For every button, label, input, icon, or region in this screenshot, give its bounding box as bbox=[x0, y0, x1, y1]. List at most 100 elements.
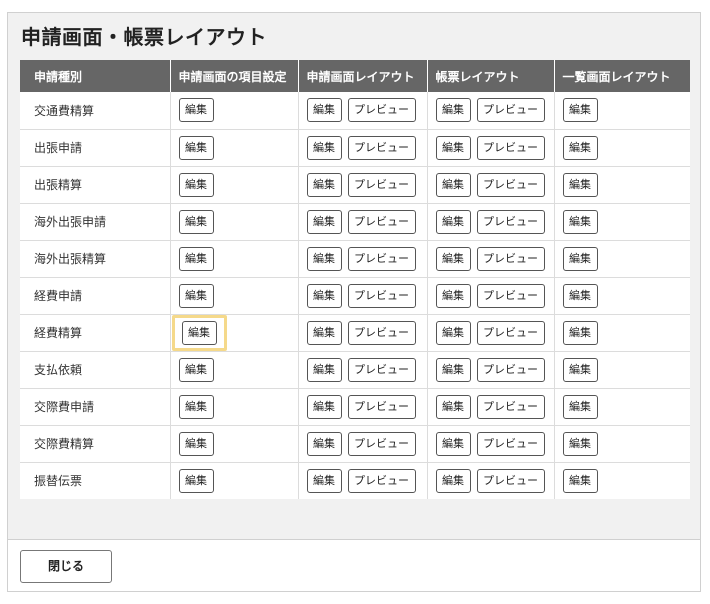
preview-form-layout-button[interactable]: プレビュー bbox=[476, 209, 545, 234]
edit-list-layout-button[interactable]: 編集 bbox=[562, 431, 598, 456]
edit-item-settings-button[interactable]: 編集 bbox=[178, 246, 214, 271]
preview-screen-layout-button[interactable]: プレビュー bbox=[347, 431, 416, 456]
table-row: 支払依頼 編集 編集 プレビュー 編集 プレビュー 編集 bbox=[20, 351, 690, 389]
preview-form-layout-button[interactable]: プレビュー bbox=[476, 98, 545, 123]
edit-form-layout-button[interactable]: 編集 bbox=[435, 209, 471, 234]
preview-screen-layout-button[interactable]: プレビュー bbox=[347, 172, 416, 197]
preview-form-layout-button[interactable]: プレビュー bbox=[476, 246, 545, 271]
preview-screen-layout-button[interactable]: プレビュー bbox=[347, 135, 416, 160]
edit-form-layout-button[interactable]: 編集 bbox=[435, 431, 471, 456]
edit-list-layout-button[interactable]: 編集 bbox=[562, 135, 598, 160]
table-row: 海外出張申請 編集 編集 プレビュー 編集 プレビュー 編集 bbox=[20, 203, 690, 241]
edit-list-layout-button[interactable]: 編集 bbox=[562, 468, 598, 493]
edit-list-layout-button[interactable]: 編集 bbox=[562, 209, 598, 234]
edit-form-layout-button[interactable]: 編集 bbox=[435, 357, 471, 382]
edit-item-settings-button[interactable]: 編集 bbox=[178, 209, 214, 234]
table-row: 出張申請 編集 編集 プレビュー 編集 プレビュー 編集 bbox=[20, 129, 690, 167]
edit-item-settings-button[interactable]: 編集 bbox=[178, 283, 214, 308]
edit-form-layout-button[interactable]: 編集 bbox=[435, 394, 471, 419]
edit-item-settings-button[interactable]: 編集 bbox=[178, 98, 214, 123]
edit-screen-layout-button[interactable]: 編集 bbox=[306, 98, 342, 123]
close-button[interactable]: 閉じる bbox=[20, 550, 112, 583]
edit-form-layout-button[interactable]: 編集 bbox=[435, 283, 471, 308]
edit-form-layout-button[interactable]: 編集 bbox=[435, 98, 471, 123]
preview-form-layout-button[interactable]: プレビュー bbox=[476, 172, 545, 197]
preview-screen-layout-button[interactable]: プレビュー bbox=[347, 246, 416, 271]
table-row: 交際費申請 編集 編集 プレビュー 編集 プレビュー 編集 bbox=[20, 388, 690, 426]
edit-screen-layout-button[interactable]: 編集 bbox=[306, 283, 342, 308]
edit-item-settings-button[interactable]: 編集 bbox=[178, 172, 214, 197]
edit-screen-layout-button[interactable]: 編集 bbox=[306, 246, 342, 271]
edit-item-settings-button[interactable]: 編集 bbox=[178, 357, 214, 382]
edit-screen-layout-button[interactable]: 編集 bbox=[306, 468, 342, 493]
edit-screen-layout-button[interactable]: 編集 bbox=[306, 394, 342, 419]
edit-screen-layout-button[interactable]: 編集 bbox=[306, 172, 342, 197]
edit-item-settings-button[interactable]: 編集 bbox=[178, 135, 214, 160]
preview-screen-layout-button[interactable]: プレビュー bbox=[347, 209, 416, 234]
edit-screen-layout-button[interactable]: 編集 bbox=[306, 320, 342, 345]
screen-item-settings-cell: 編集 bbox=[170, 462, 299, 499]
preview-form-layout-button[interactable]: プレビュー bbox=[476, 320, 545, 345]
header-list-layout: 一覧画面レイアウト bbox=[554, 60, 690, 92]
screen-item-settings-cell: 編集 bbox=[170, 92, 299, 130]
preview-screen-layout-button[interactable]: プレビュー bbox=[347, 283, 416, 308]
list-layout-cell: 編集 bbox=[554, 388, 690, 426]
preview-form-layout-button[interactable]: プレビュー bbox=[476, 135, 545, 160]
header-application-type: 申請種別 bbox=[20, 60, 171, 92]
edit-list-layout-button[interactable]: 編集 bbox=[562, 246, 598, 271]
edit-form-layout-button[interactable]: 編集 bbox=[435, 172, 471, 197]
preview-screen-layout-button[interactable]: プレビュー bbox=[347, 98, 416, 123]
preview-form-layout-button[interactable]: プレビュー bbox=[476, 431, 545, 456]
layout-table: 申請種別 申請画面の項目設定 申請画面レイアウト 帳票レイアウト 一覧画面レイア… bbox=[20, 60, 690, 499]
screen-item-settings-cell: 編集 bbox=[170, 351, 299, 389]
screen-layout-cell: 編集 プレビュー bbox=[298, 277, 428, 315]
form-layout-cell: 編集 プレビュー bbox=[427, 92, 555, 130]
edit-list-layout-button[interactable]: 編集 bbox=[562, 172, 598, 197]
edit-form-layout-button[interactable]: 編集 bbox=[435, 135, 471, 160]
form-layout-cell: 編集 プレビュー bbox=[427, 166, 555, 204]
table-row: 経費申請 編集 編集 プレビュー 編集 プレビュー 編集 bbox=[20, 277, 690, 315]
application-type-cell: 支払依頼 bbox=[20, 351, 171, 389]
edit-form-layout-button[interactable]: 編集 bbox=[435, 246, 471, 271]
edit-list-layout-button[interactable]: 編集 bbox=[562, 394, 598, 419]
preview-screen-layout-button[interactable]: プレビュー bbox=[347, 357, 416, 382]
list-layout-cell: 編集 bbox=[554, 203, 690, 241]
edit-list-layout-button[interactable]: 編集 bbox=[562, 320, 598, 345]
edit-item-settings-button[interactable]: 編集 bbox=[178, 468, 214, 493]
edit-screen-layout-button[interactable]: 編集 bbox=[306, 357, 342, 382]
form-layout-cell: 編集 プレビュー bbox=[427, 203, 555, 241]
edit-list-layout-button[interactable]: 編集 bbox=[562, 357, 598, 382]
list-layout-cell: 編集 bbox=[554, 277, 690, 315]
preview-form-layout-button[interactable]: プレビュー bbox=[476, 468, 545, 493]
preview-form-layout-button[interactable]: プレビュー bbox=[476, 283, 545, 308]
edit-list-layout-button[interactable]: 編集 bbox=[562, 283, 598, 308]
application-type-cell: 交際費精算 bbox=[20, 425, 171, 463]
screen-layout-cell: 編集 プレビュー bbox=[298, 351, 428, 389]
edit-form-layout-button[interactable]: 編集 bbox=[435, 468, 471, 493]
preview-screen-layout-button[interactable]: プレビュー bbox=[347, 320, 416, 345]
screen-layout-cell: 編集 プレビュー bbox=[298, 240, 428, 278]
edit-item-settings-button[interactable]: 編集 bbox=[181, 320, 217, 345]
edit-screen-layout-button[interactable]: 編集 bbox=[306, 135, 342, 160]
edit-screen-layout-button[interactable]: 編集 bbox=[306, 209, 342, 234]
list-layout-cell: 編集 bbox=[554, 240, 690, 278]
list-layout-cell: 編集 bbox=[554, 314, 690, 352]
edit-list-layout-button[interactable]: 編集 bbox=[562, 98, 598, 123]
application-type-cell: 出張申請 bbox=[20, 129, 171, 167]
form-layout-cell: 編集 プレビュー bbox=[427, 129, 555, 167]
preview-form-layout-button[interactable]: プレビュー bbox=[476, 394, 545, 419]
edit-item-settings-button[interactable]: 編集 bbox=[178, 431, 214, 456]
edit-screen-layout-button[interactable]: 編集 bbox=[306, 431, 342, 456]
table-row: 交際費精算 編集 編集 プレビュー 編集 プレビュー 編集 bbox=[20, 425, 690, 463]
edit-form-layout-button[interactable]: 編集 bbox=[435, 320, 471, 345]
edit-item-settings-button[interactable]: 編集 bbox=[178, 394, 214, 419]
application-type-cell: 振替伝票 bbox=[20, 462, 171, 499]
table-row: 経費精算 編集 編集 プレビュー 編集 プレビュー 編集 bbox=[20, 314, 690, 352]
table-row: 交通費精算 編集 編集 プレビュー 編集 プレビュー 編集 bbox=[20, 92, 690, 130]
preview-screen-layout-button[interactable]: プレビュー bbox=[347, 468, 416, 493]
list-layout-cell: 編集 bbox=[554, 462, 690, 499]
form-layout-cell: 編集 プレビュー bbox=[427, 462, 555, 499]
preview-form-layout-button[interactable]: プレビュー bbox=[476, 357, 545, 382]
screen-item-settings-cell: 編集 bbox=[170, 425, 299, 463]
preview-screen-layout-button[interactable]: プレビュー bbox=[347, 394, 416, 419]
